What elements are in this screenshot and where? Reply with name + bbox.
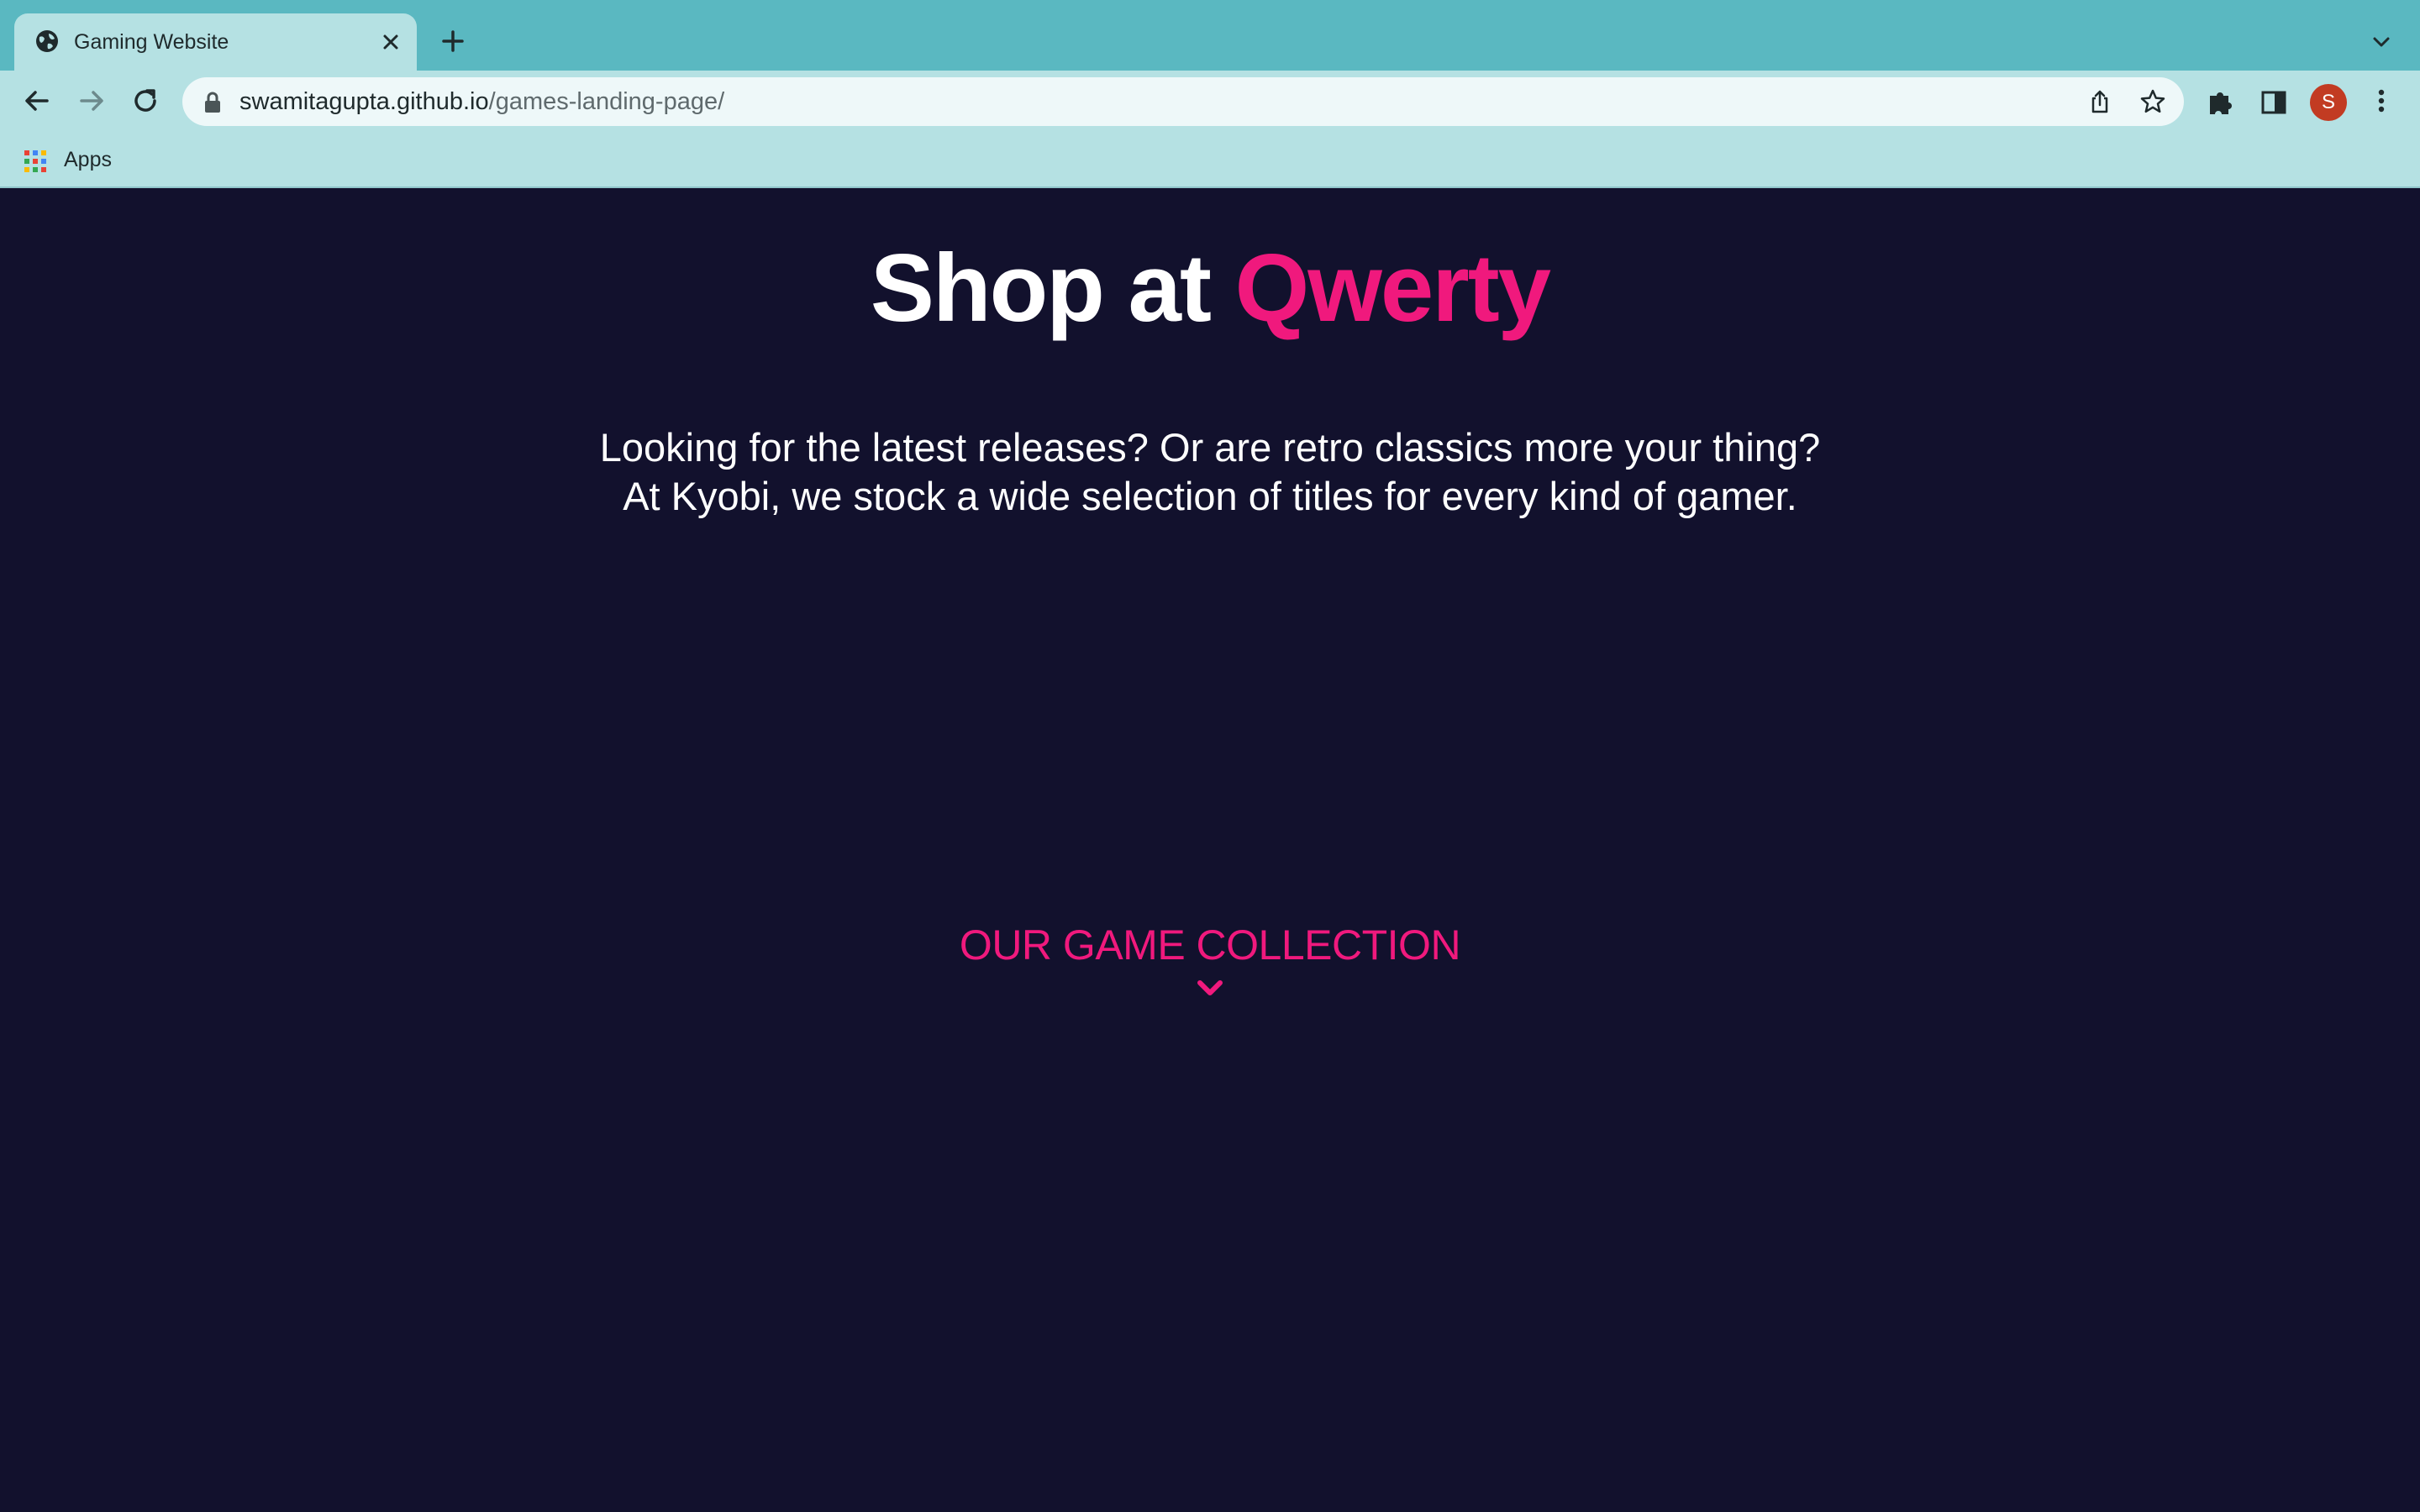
share-icon[interactable]	[2086, 88, 2113, 115]
hero-subtitle-line-2: At Kyobi, we stock a wide selection of t…	[623, 474, 1797, 518]
arrow-right-icon[interactable]	[75, 84, 108, 118]
profile-avatar[interactable]: S	[2310, 84, 2347, 121]
hero-subtitle-line-1: Looking for the latest releases? Or are …	[599, 425, 1821, 470]
tab-title: Gaming Website	[74, 30, 229, 54]
hero-title-prefix: Shop at	[870, 235, 1235, 342]
apps-label: Apps	[64, 148, 112, 171]
chevron-down-icon[interactable]	[1197, 978, 1223, 998]
globe-icon	[36, 30, 58, 52]
tab-gaming-website[interactable]: Gaming Website	[14, 13, 417, 71]
kebab-menu-icon[interactable]	[2368, 84, 2395, 118]
lock-icon[interactable]	[203, 91, 223, 114]
reload-icon[interactable]	[129, 84, 162, 118]
apps-grid-icon	[24, 150, 46, 172]
plus-icon[interactable]	[439, 27, 467, 55]
browser-toolbar: swamitagupta.github.io/games-landing-pag…	[0, 71, 2420, 188]
star-icon[interactable]	[2139, 88, 2166, 115]
puzzle-icon[interactable]	[2205, 87, 2235, 118]
hero-title: Shop at Qwerty	[0, 234, 2420, 344]
game-collection-link[interactable]: OUR GAME COLLECTION	[0, 920, 2420, 970]
url-path: /games-landing-page/	[488, 88, 725, 115]
hero-brand: Qwerty	[1234, 235, 1551, 342]
url-host: swamitagupta.github.io	[239, 88, 489, 115]
side-panel-icon[interactable]	[2259, 87, 2289, 118]
url-text[interactable]: swamitagupta.github.io/games-landing-pag…	[239, 87, 724, 116]
arrow-left-icon[interactable]	[20, 84, 54, 118]
browser-window: Gaming Website swamitagupta.github.io/ga…	[0, 0, 2420, 1512]
chevron-down-icon[interactable]	[2368, 29, 2395, 55]
page-content: Shop at Qwerty Looking for the latest re…	[0, 188, 2420, 1512]
hero-subtitle: Looking for the latest releases? Or are …	[0, 423, 2420, 521]
address-bar[interactable]: swamitagupta.github.io/games-landing-pag…	[182, 77, 2184, 126]
close-icon[interactable]	[377, 29, 404, 55]
tab-strip: Gaming Website	[0, 0, 2420, 71]
